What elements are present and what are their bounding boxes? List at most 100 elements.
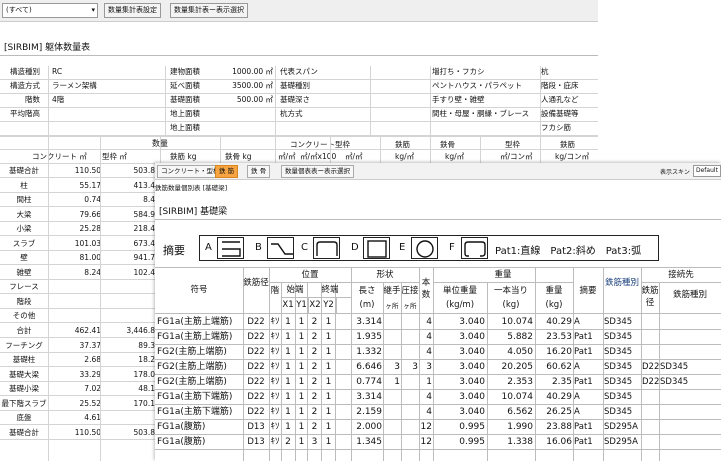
cell-x1: 1 <box>285 377 291 387</box>
detail-display-button[interactable]: 数量個表表ー表示選択 <box>281 165 354 178</box>
table-row[interactable]: FG1a(主筋上端筋) D22 ｷｿ 1 1 2 1 1.935 4 3.040 5.882 23.5… <box>155 330 721 345</box>
filter-select[interactable]: (すべて) ▾ <box>2 3 98 18</box>
summary-settings-button[interactable]: 数量集計表設定 <box>104 3 161 18</box>
table-row[interactable]: FG1a(主筋上端筋) D22 ｷｿ 1 1 2 1 3.314 4 3.040 10.074 40.… <box>155 315 721 330</box>
info-value: 人通孔など <box>541 95 579 104</box>
table-row[interactable]: FG2(主筋上端筋) D22 ｷｿ 1 1 2 1 6.646 3 3 3 3.040 20.205 60… <box>155 360 721 375</box>
header-unit: kg/㎡ <box>445 152 465 161</box>
tab-steel[interactable]: 鉄 骨 <box>247 165 271 178</box>
summary-display-button[interactable]: 数量集計表ー表示選択 <box>170 3 248 18</box>
row-label: 合計 <box>16 326 32 335</box>
cell-note: A <box>574 392 580 402</box>
cell-note: Pat1 <box>574 332 593 342</box>
formwork-value: 18.2 <box>138 355 155 364</box>
cell-kind: SD345 <box>604 362 633 372</box>
concrete-value: 110.50 <box>74 427 101 437</box>
header-length: 長さ <box>358 286 376 296</box>
cell-note: A <box>574 362 580 372</box>
cell-y2: 1 <box>325 332 332 342</box>
cell-total-weight: 23.88 <box>546 422 572 432</box>
row-label: スラブ <box>12 238 36 248</box>
info-value: フカシ筋 <box>541 123 571 132</box>
header-total-unit: (kg) <box>545 300 563 310</box>
formwork-value: 89.3 <box>138 340 155 350</box>
table-row[interactable]: FG2(主筋上端筋) D22 ｷｿ 1 1 2 1 1.332 4 3.040 4.050 16.20… <box>155 345 721 360</box>
header-note: 摘要 <box>579 286 597 296</box>
header-floor: 階 <box>270 286 280 296</box>
header-press: 圧接 <box>401 286 419 296</box>
rebar-detail-window: コンクリート・型枠 鉄 筋 鉄 骨 数量個表表ー表示選択 表示スキン Defau… <box>155 163 721 461</box>
info-label: 増打ち・フカシ <box>432 67 485 76</box>
cell-y1: 1 <box>298 407 305 417</box>
row-label: 階段 <box>16 296 32 306</box>
cell-floor: ｷｿ <box>270 347 280 357</box>
header-count: 本数 <box>421 278 431 300</box>
row-label: 最下階スラブ <box>1 398 47 408</box>
header-unit: ㎡/コン㎥ <box>500 152 533 161</box>
header-group: 型枠 <box>505 140 520 149</box>
table-row[interactable]: FG1a(腹筋) D13 ｷｿ 2 1 3 1 1.345 12 0.995 1.338 16.06 P… <box>155 435 721 450</box>
concrete-value: 2.68 <box>84 355 101 364</box>
cell-y2: 1 <box>325 377 332 387</box>
cell-x2: 2 <box>311 392 318 402</box>
cell-x1: 1 <box>285 422 291 432</box>
cell-floor: ｷｿ <box>270 362 280 372</box>
header-conn: 接続先 <box>668 270 694 280</box>
info-value: 3500.00 ㎡ <box>232 81 273 90</box>
shape-b-icon <box>267 237 294 259</box>
cell-count: 4 <box>426 317 432 327</box>
cell-per-weight: 1.990 <box>507 422 533 432</box>
cell-x2: 2 <box>311 317 318 327</box>
cell-y1: 1 <box>298 362 305 372</box>
cell-count: 4 <box>426 347 432 357</box>
skin-select[interactable]: Default <box>693 165 721 177</box>
header-shape: 形状 <box>376 270 394 280</box>
tab-rebar[interactable]: 鉄 筋 <box>215 165 239 178</box>
cell-symbol: FG1a(主筋上端筋) <box>157 332 233 342</box>
cell-length: 1.935 <box>356 332 382 342</box>
cell-x2: 2 <box>311 407 318 417</box>
header-y2: Y2 <box>323 300 334 310</box>
info-label: 地上面積 <box>170 109 200 118</box>
header-pos: 位置 <box>301 270 319 280</box>
header-length-unit: (m) <box>359 300 375 310</box>
cell-y2: 1 <box>325 362 332 372</box>
table-row[interactable]: FG2(主筋上端筋) D22 ｷｿ 1 1 2 1 0.774 1 1 3.040 2.353 2.35… <box>155 375 721 390</box>
table-row[interactable]: FG1a(主筋下端筋) D22 ｷｿ 1 1 2 1 2.159 4 3.040 6.562 26.2… <box>155 405 721 420</box>
formwork-value: 503.8 <box>133 427 155 437</box>
concrete-value: 462.41 <box>74 326 101 335</box>
tab-concrete[interactable]: コンクリート・型枠 <box>157 165 224 178</box>
cell-length: 3.314 <box>356 317 382 327</box>
concrete-value: 25.52 <box>79 398 101 408</box>
cell-x2: 2 <box>311 422 318 432</box>
cell-unit-weight: 3.040 <box>459 407 485 417</box>
row-label: 基礎小梁 <box>9 384 39 393</box>
header-joint: 継手 <box>383 286 401 296</box>
cell-x2: 2 <box>311 332 318 342</box>
formwork-value: 48.1 <box>138 384 155 393</box>
cell-note: A <box>574 407 580 417</box>
concrete-value: 33.29 <box>79 369 101 379</box>
cell-total-weight: 2.35 <box>551 377 572 387</box>
concrete-value: 55.17 <box>79 180 101 190</box>
formwork-value: 170.1 <box>133 398 155 408</box>
formwork-value: 503.8 <box>133 166 155 175</box>
cell-dia: D22 <box>247 317 265 327</box>
info-value: 設備基礎等 <box>541 109 579 118</box>
cell-x1: 2 <box>285 437 291 447</box>
info-label: 構造方式 <box>10 81 40 90</box>
header-per-unit: (kg) <box>502 300 520 310</box>
cell-y1: 1 <box>298 332 305 342</box>
table-row[interactable]: FG1a(主筋下端筋) D22 ｷｿ 1 1 2 1 3.314 4 3.040 10.074 40.… <box>155 390 721 405</box>
cell-kind: SD295A <box>604 437 638 447</box>
table-row[interactable]: FG1a(腹筋) D13 ｷｿ 1 1 2 1 2.000 12 0.995 1.990 23.88 P… <box>155 420 721 435</box>
header-group: 鉄骨 <box>440 140 455 149</box>
cell-x1: 1 <box>285 332 291 342</box>
cell-dia: D22 <box>247 392 265 402</box>
cell-dia: D22 <box>247 407 265 417</box>
cell-per-weight: 10.074 <box>501 317 534 327</box>
info-value: 1000.00 ㎡ <box>232 67 273 76</box>
cell-length: 6.646 <box>356 362 382 372</box>
header-col: 鉄骨 kg <box>225 152 252 161</box>
cell-x1: 1 <box>285 362 291 372</box>
